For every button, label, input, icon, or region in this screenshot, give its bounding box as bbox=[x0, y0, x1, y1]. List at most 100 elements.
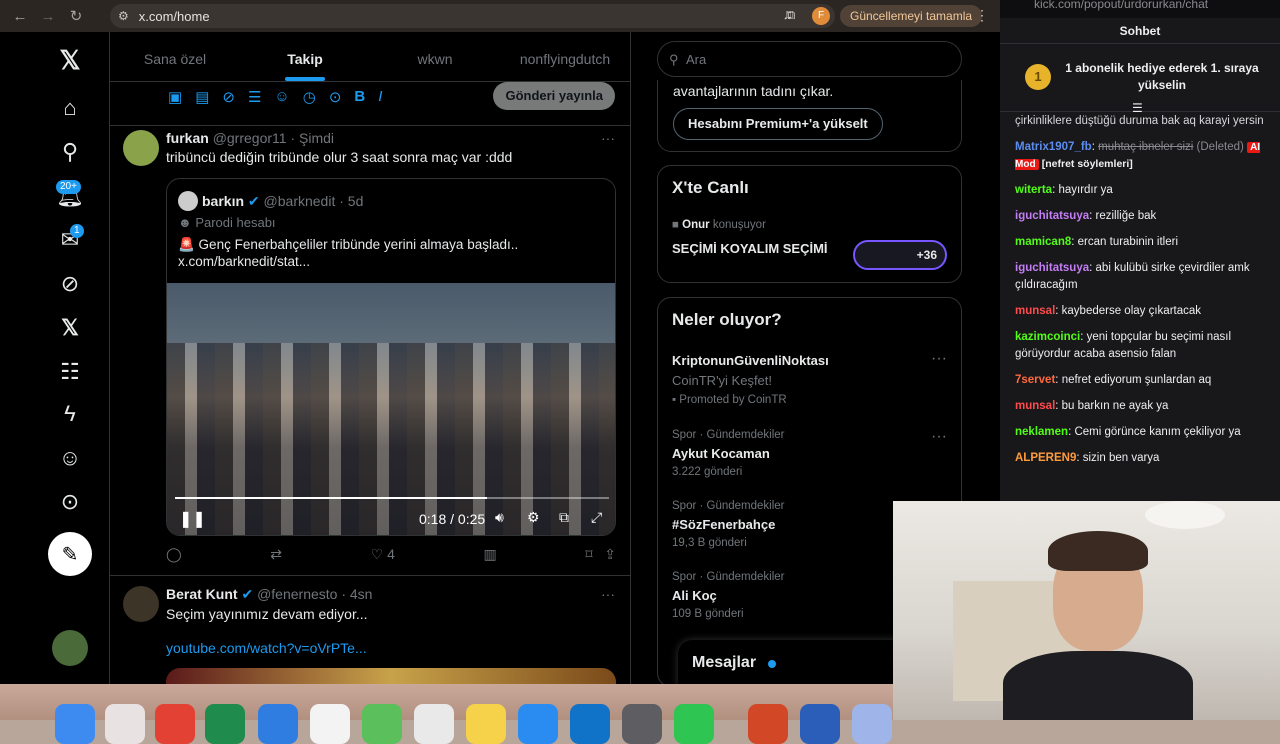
more-icon[interactable]: ··· bbox=[931, 350, 947, 368]
notes-icon[interactable] bbox=[466, 704, 506, 744]
share-icon[interactable]: ⇪ bbox=[604, 546, 616, 562]
more-icon[interactable]: ⊙ bbox=[50, 482, 90, 522]
grok-icon[interactable]: ⊘ bbox=[50, 264, 90, 304]
post-submit-button[interactable]: Gönderi yayınla bbox=[493, 82, 615, 110]
chrome-icon[interactable] bbox=[155, 704, 195, 744]
site-info-icon[interactable]: ⚙ bbox=[118, 9, 129, 23]
author-handle[interactable]: @fenernesto bbox=[257, 586, 337, 602]
mail-icon[interactable] bbox=[258, 704, 298, 744]
chat-username[interactable]: ALPEREN9 bbox=[1015, 452, 1076, 464]
fullscreen-icon[interactable]: ⤢ bbox=[591, 509, 602, 526]
back-icon[interactable]: ← bbox=[6, 8, 34, 25]
update-button[interactable]: Güncellemeyi tamamla bbox=[840, 5, 983, 27]
powerpoint-icon[interactable] bbox=[748, 704, 788, 744]
quote-tweet[interactable]: barkın ✔ @barknedit · 5d ☻ Parodi hesabı… bbox=[166, 178, 616, 536]
chat-username[interactable]: 7servet bbox=[1015, 374, 1055, 386]
chat-username[interactable]: mamican8 bbox=[1015, 236, 1071, 248]
tweet-time[interactable]: · Şimdi bbox=[290, 130, 334, 146]
whatsapp-icon[interactable] bbox=[674, 704, 714, 744]
reminders-icon[interactable] bbox=[414, 704, 454, 744]
chat-username[interactable]: neklamen bbox=[1015, 426, 1068, 438]
image-icon[interactable]: ▣ bbox=[168, 88, 182, 106]
retweet-icon[interactable]: ⇄ bbox=[270, 546, 282, 563]
post-button[interactable]: ✎ bbox=[48, 532, 92, 576]
finder-icon[interactable] bbox=[55, 704, 95, 744]
italic-icon[interactable]: I bbox=[378, 88, 382, 106]
avatar[interactable] bbox=[123, 130, 159, 166]
gift-banner[interactable]: 1 1 abonelik hediye ederek 1. sıraya yük… bbox=[1000, 44, 1280, 115]
word-icon[interactable] bbox=[800, 704, 840, 744]
video-player[interactable]: ❚❚ 0:18 / 0:25 🔊︎ ⚙ ⧉ ⤢ bbox=[167, 283, 615, 535]
x-logo-icon[interactable]: 𝕏 bbox=[50, 40, 90, 80]
messages-drawer[interactable]: Mesajlar bbox=[678, 640, 898, 686]
outlook-icon[interactable] bbox=[570, 704, 610, 744]
more-icon[interactable]: ··· bbox=[601, 586, 615, 602]
tab-for-you[interactable]: Sana özel bbox=[110, 32, 240, 81]
poll-icon[interactable]: ☰ bbox=[248, 88, 261, 106]
host-name[interactable]: Onur bbox=[682, 219, 709, 231]
chat-username[interactable]: witerta bbox=[1015, 184, 1052, 196]
settings-icon[interactable]: ⚙ bbox=[527, 509, 540, 526]
chat-username[interactable]: iguchitatsuya bbox=[1015, 210, 1089, 222]
x-app-icon[interactable] bbox=[518, 704, 558, 744]
tab-following[interactable]: Takip bbox=[240, 32, 370, 81]
maps-icon[interactable] bbox=[362, 704, 402, 744]
media-control-icon[interactable]: ♫ bbox=[783, 7, 793, 22]
profile-avatar[interactable]: F bbox=[812, 7, 830, 25]
verified-orgs-icon[interactable]: ϟ bbox=[50, 394, 90, 434]
views-icon[interactable]: ▥ bbox=[484, 546, 497, 563]
chat-username[interactable]: iguchitatsuya bbox=[1015, 262, 1089, 274]
premium-x-icon[interactable]: 𝕏 bbox=[50, 308, 90, 348]
search-input[interactable]: ⚲ Ara bbox=[657, 41, 962, 77]
schedule-icon[interactable]: ◷ bbox=[303, 88, 316, 106]
author-name[interactable]: furkan bbox=[166, 130, 209, 146]
author-handle[interactable]: @grregor11 bbox=[213, 130, 287, 146]
emoji-icon[interactable]: ☺ bbox=[274, 88, 289, 106]
tweet[interactable]: Berat Kunt ✔ @fenernesto · 4sn ··· Seçim… bbox=[110, 576, 630, 684]
quote-link[interactable]: x.com/barknedit/stat... bbox=[178, 254, 310, 269]
grok-icon[interactable]: ⊘ bbox=[222, 88, 235, 106]
chat-username[interactable]: kazimcoinci bbox=[1015, 331, 1080, 343]
bookmark-icon[interactable]: ⌑ bbox=[585, 546, 592, 562]
tweet[interactable]: furkan @grregor11 · Şimdi ··· tribüncü d… bbox=[110, 130, 630, 576]
account-avatar[interactable] bbox=[52, 630, 88, 666]
profile-icon[interactable]: ☺ bbox=[50, 438, 90, 478]
tweet-link[interactable]: youtube.com/watch?v=oVrPTe... bbox=[166, 640, 367, 656]
chat-username[interactable]: Matrix1907_fb bbox=[1015, 141, 1092, 153]
avatar[interactable] bbox=[123, 586, 159, 622]
launchpad-icon[interactable] bbox=[105, 704, 145, 744]
home-icon[interactable]: ⌂ bbox=[50, 88, 90, 128]
listeners-pill[interactable]: +36 bbox=[853, 240, 947, 270]
calendar-icon[interactable] bbox=[310, 704, 350, 744]
reply-icon[interactable]: ◯ bbox=[166, 546, 182, 563]
excel-icon[interactable] bbox=[205, 704, 245, 744]
premium-upgrade-button[interactable]: Hesabını Premium+'a yükselt bbox=[673, 108, 883, 140]
pause-icon[interactable]: ❚❚ bbox=[179, 509, 206, 529]
chat-username[interactable]: munsal bbox=[1015, 305, 1055, 317]
communities-icon[interactable]: ☷ bbox=[50, 352, 90, 392]
more-icon[interactable]: ··· bbox=[601, 130, 615, 146]
tab-nonflyingdutch[interactable]: nonflyingdutch bbox=[500, 32, 630, 81]
settings-app-icon[interactable] bbox=[622, 704, 662, 744]
location-icon[interactable]: ⊙ bbox=[329, 88, 342, 106]
author-name[interactable]: Berat Kunt bbox=[166, 586, 238, 602]
search-icon[interactable]: ⚲ bbox=[50, 132, 90, 172]
tweet-time[interactable]: · 4sn bbox=[341, 586, 372, 602]
more-icon[interactable]: ··· bbox=[931, 428, 947, 446]
like-button[interactable]: ♡ 4 bbox=[371, 546, 395, 563]
space-title[interactable]: SEÇİMİ KOYALIM SEÇİMİ bbox=[672, 241, 828, 256]
address-bar[interactable]: ⚙ x.com/home ⧉ ☆ bbox=[110, 4, 835, 28]
reload-icon[interactable]: ↻ bbox=[62, 7, 90, 25]
tab-wkwn[interactable]: wkwn bbox=[370, 32, 500, 81]
chat-username[interactable]: munsal bbox=[1015, 400, 1055, 412]
app-icon[interactable] bbox=[852, 704, 892, 744]
volume-icon[interactable]: 🔊︎ bbox=[495, 509, 504, 526]
gif-icon[interactable]: ▤ bbox=[195, 88, 209, 106]
bold-icon[interactable]: B bbox=[354, 88, 365, 106]
pip-icon[interactable]: ⧉ bbox=[559, 509, 569, 526]
link-preview-image[interactable] bbox=[166, 668, 616, 684]
messages-icon[interactable]: ✉ bbox=[50, 220, 90, 260]
forward-icon[interactable]: → bbox=[34, 8, 62, 25]
video-progress[interactable] bbox=[175, 497, 609, 499]
menu-icon[interactable]: ⋮ bbox=[975, 7, 989, 24]
